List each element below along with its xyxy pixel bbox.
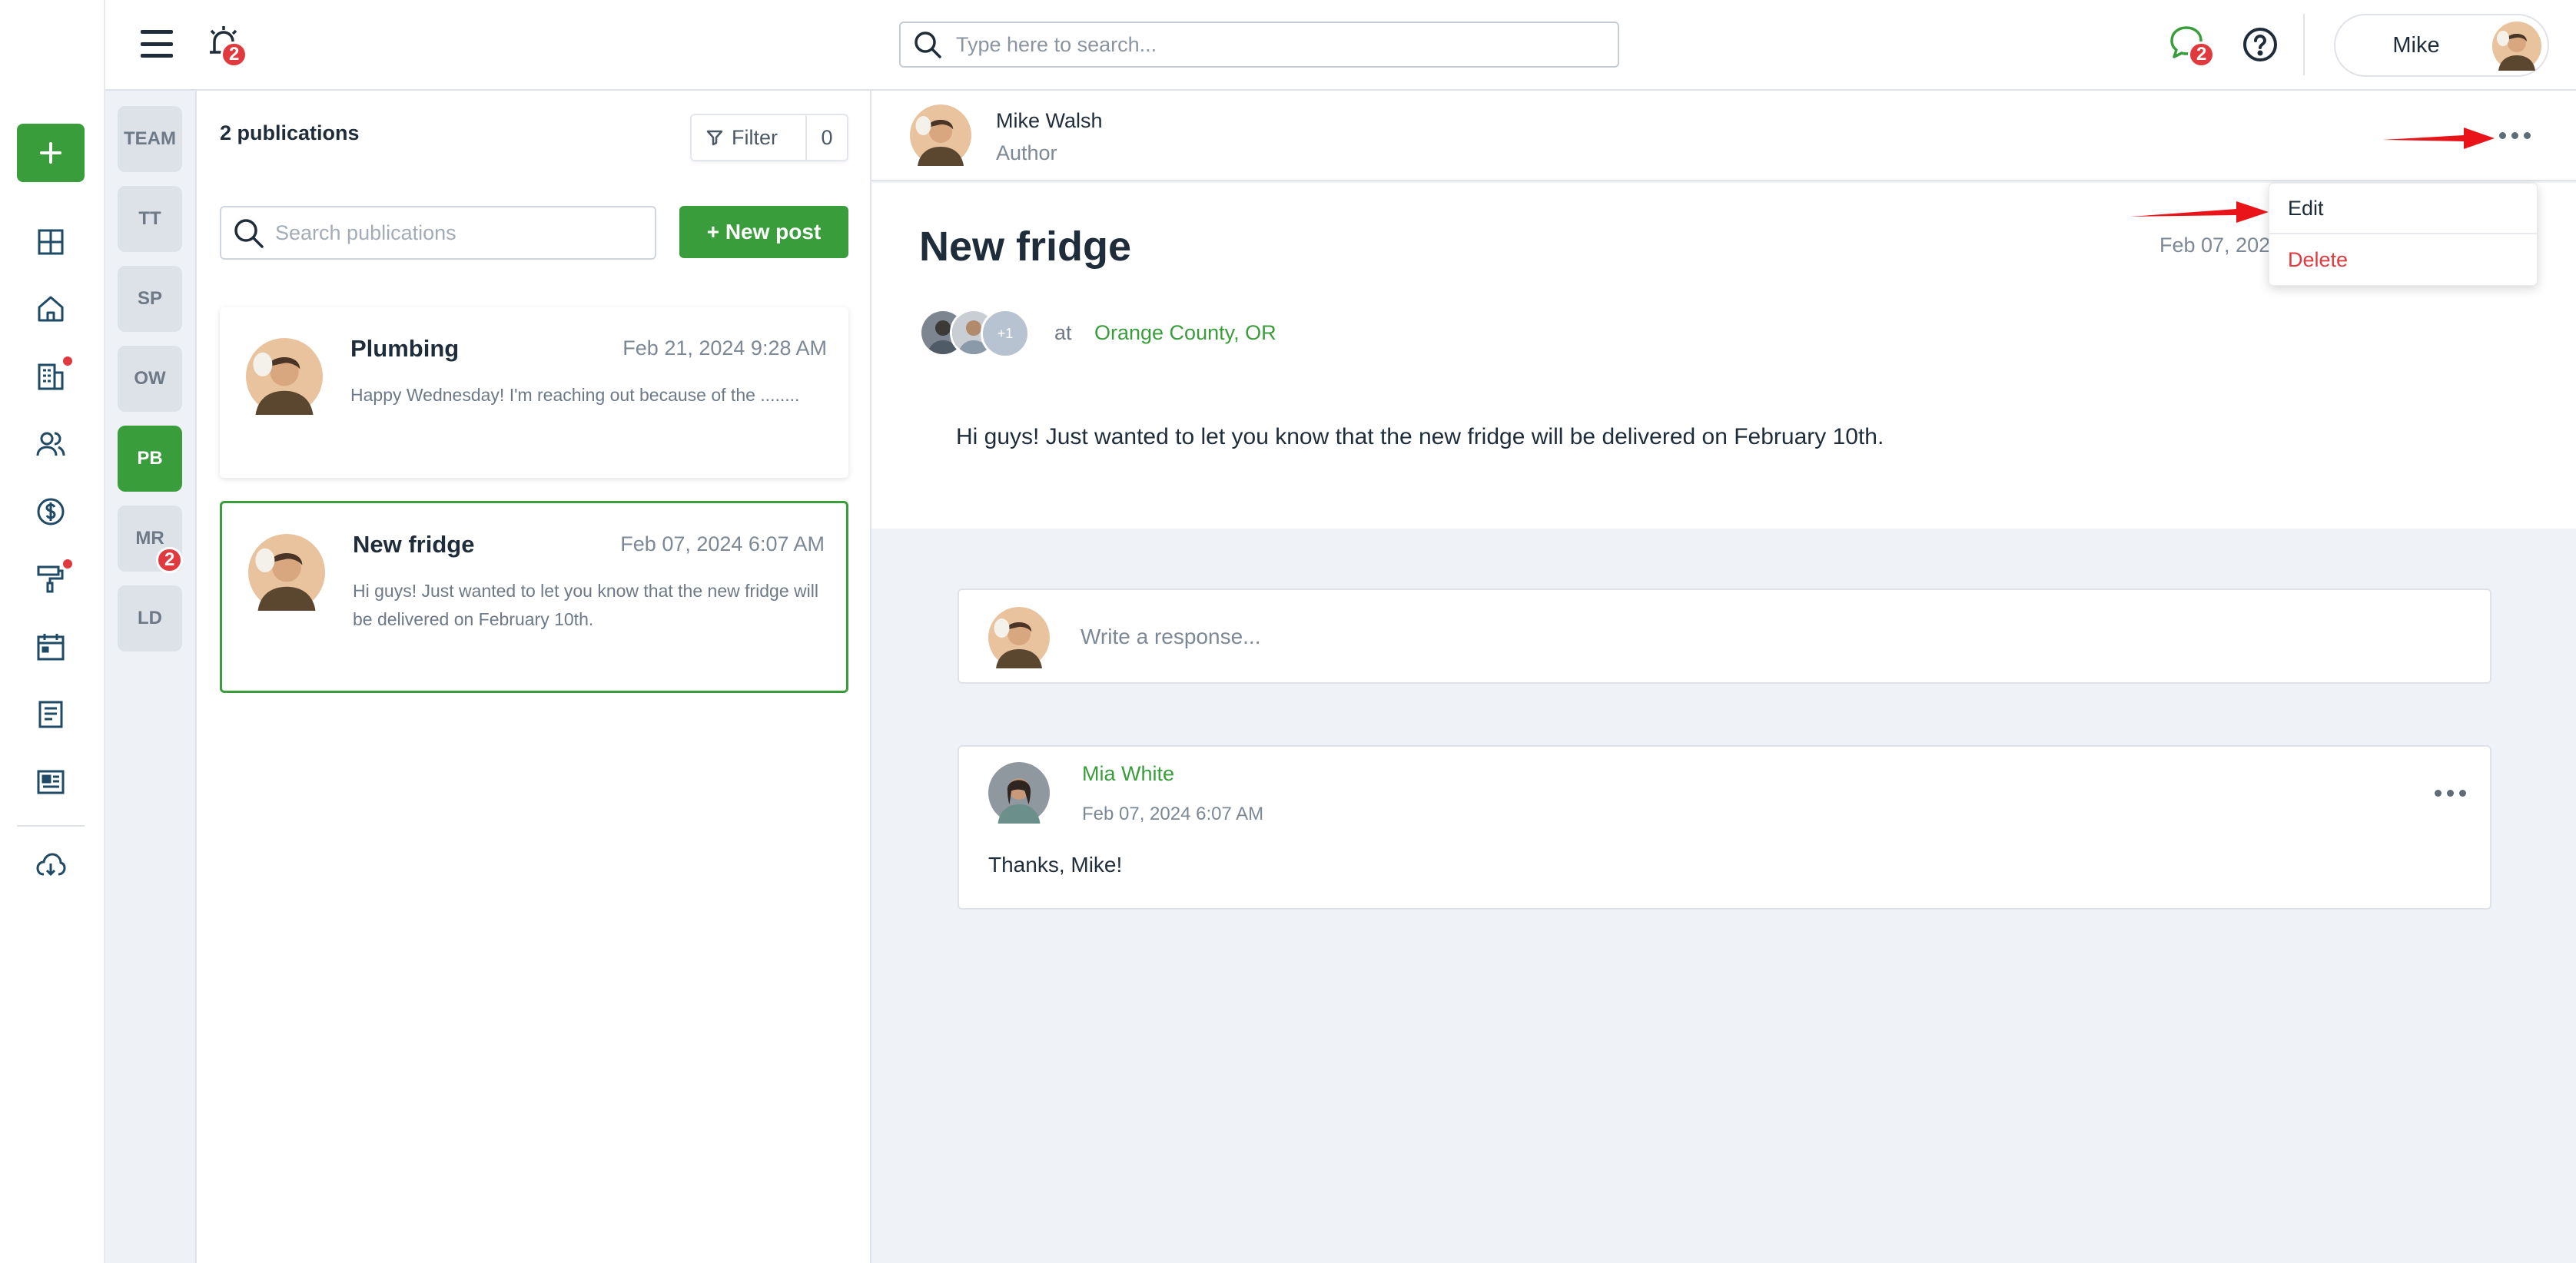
- delete-menu-item[interactable]: Delete: [2269, 234, 2538, 285]
- author-role: Author: [996, 141, 1057, 164]
- nav-dashboard[interactable]: [34, 225, 68, 259]
- messages-button[interactable]: 2: [2168, 25, 2216, 68]
- nav-properties[interactable]: [34, 356, 72, 393]
- create-button[interactable]: [17, 124, 85, 182]
- location-link[interactable]: Orange County, OR: [1094, 321, 1276, 345]
- author-name: Mike Walsh: [996, 109, 1103, 132]
- publication-excerpt: Happy Wednesday! I'm reaching out becaus…: [350, 385, 800, 405]
- messages-count-badge: 2: [2188, 41, 2216, 68]
- comment-author[interactable]: Mia White: [1082, 762, 1174, 786]
- comment-text: Thanks, Mike!: [988, 853, 1123, 877]
- newspaper-icon: [37, 770, 65, 794]
- author-bar: Mike Walsh Author: [871, 91, 2576, 181]
- people-icon: [36, 432, 65, 456]
- nav-people[interactable]: [34, 427, 68, 461]
- post-title: New fridge: [919, 224, 1132, 270]
- filter-label: Filter: [732, 125, 778, 149]
- publication-excerpt: Hi guys! Just wanted to let you know tha…: [353, 581, 818, 629]
- post-date: Feb 07, 202: [2159, 234, 2271, 257]
- avatar: [988, 607, 1050, 668]
- rail-divider: [17, 825, 85, 827]
- top-header: 2 2 Mike: [105, 0, 2576, 91]
- document-icon: [38, 701, 63, 728]
- notification-count-badge: 2: [221, 41, 248, 68]
- publication-date: Feb 07, 2024 6:07 AM: [620, 532, 825, 555]
- building-icon: [38, 363, 64, 390]
- nav-finance[interactable]: [34, 495, 68, 529]
- avatar: [246, 338, 323, 415]
- response-composer[interactable]: [958, 588, 2491, 684]
- comment-more-options-icon[interactable]: [2435, 790, 2466, 797]
- comment: Mia White Feb 07, 2024 6:07 AM Thanks, M…: [958, 745, 2491, 910]
- response-input[interactable]: [1081, 618, 2448, 656]
- annotation-arrow: [2382, 128, 2495, 149]
- menu-toggle-icon[interactable]: [139, 25, 174, 62]
- post-body: Hi guys! Just wanted to let you know tha…: [956, 424, 1884, 449]
- new-post-button[interactable]: + New post: [679, 206, 848, 258]
- avatar: [910, 104, 971, 166]
- more-options-icon[interactable]: [2499, 132, 2531, 139]
- publication-search-input[interactable]: [275, 220, 644, 245]
- extra-recipients-count: +1: [981, 309, 1030, 358]
- global-search[interactable]: [899, 22, 1619, 68]
- alarm-button[interactable]: 2: [205, 23, 248, 68]
- home-icon: [38, 296, 64, 322]
- publication-title: Plumbing: [350, 335, 460, 362]
- notification-dot: [63, 559, 72, 569]
- team-unread-badge: 2: [156, 547, 184, 573]
- avatar: [988, 762, 1050, 824]
- publication-title: New fridge: [353, 531, 475, 558]
- publication-search[interactable]: [220, 206, 656, 260]
- icon-rail: [0, 0, 105, 1263]
- team-item[interactable]: LD: [118, 585, 182, 651]
- plus-icon: [40, 142, 61, 164]
- user-name: Mike: [2392, 32, 2440, 58]
- download-cloud-icon: [36, 853, 66, 877]
- dashboard-icon: [38, 229, 64, 255]
- nav-maintenance[interactable]: [34, 559, 72, 596]
- team-item[interactable]: TT: [118, 186, 182, 252]
- user-menu[interactable]: Mike: [2334, 14, 2549, 77]
- filter-button[interactable]: Filter 0: [690, 114, 848, 161]
- search-icon: [915, 31, 941, 58]
- publication-count: 2 publications: [220, 121, 360, 144]
- publication-card[interactable]: Plumbing Feb 21, 2024 9:28 AM Happy Wedn…: [220, 307, 848, 478]
- avatar: [2492, 22, 2541, 71]
- nav-home[interactable]: [34, 292, 68, 326]
- edit-menu-item[interactable]: Edit: [2269, 184, 2538, 234]
- nav-documents[interactable]: [34, 698, 68, 731]
- nav-calendar[interactable]: [34, 630, 68, 664]
- calendar-icon: [37, 634, 65, 661]
- team-item[interactable]: SP: [118, 266, 182, 332]
- header-divider: [2303, 14, 2305, 75]
- annotation-arrow: [2130, 201, 2269, 223]
- comment-date: Feb 07, 2024 6:07 AM: [1082, 804, 1264, 824]
- nav-download[interactable]: [34, 848, 68, 882]
- post-options-menu: Edit Delete: [2269, 183, 2538, 286]
- nav-publications[interactable]: [34, 765, 68, 799]
- team-item[interactable]: OW: [118, 346, 182, 412]
- filter-count: 0: [821, 125, 833, 149]
- global-search-input[interactable]: [956, 32, 1586, 57]
- search-icon: [234, 219, 264, 248]
- filter-icon: [706, 130, 723, 146]
- team-item[interactable]: TEAM: [118, 106, 182, 172]
- notification-dot: [63, 356, 72, 366]
- help-button[interactable]: [2242, 26, 2280, 65]
- publication-date: Feb 21, 2024 9:28 AM: [622, 336, 827, 360]
- team-item-active[interactable]: PB: [118, 426, 182, 492]
- publication-card-selected[interactable]: New fridge Feb 07, 2024 6:07 AM Hi guys!…: [220, 501, 848, 693]
- recipients[interactable]: +1: [919, 309, 1034, 358]
- publication-list-panel: 2 publications Filter 0 + New post Plumb…: [197, 91, 871, 1263]
- location-prefix: at: [1054, 321, 1072, 344]
- help-icon: [2243, 28, 2277, 61]
- dollar-icon: [37, 498, 65, 525]
- paint-roller-icon: [37, 565, 64, 593]
- team-list: TEAM TT SP OW PB MR 2 LD: [105, 91, 197, 1263]
- avatar: [248, 534, 325, 611]
